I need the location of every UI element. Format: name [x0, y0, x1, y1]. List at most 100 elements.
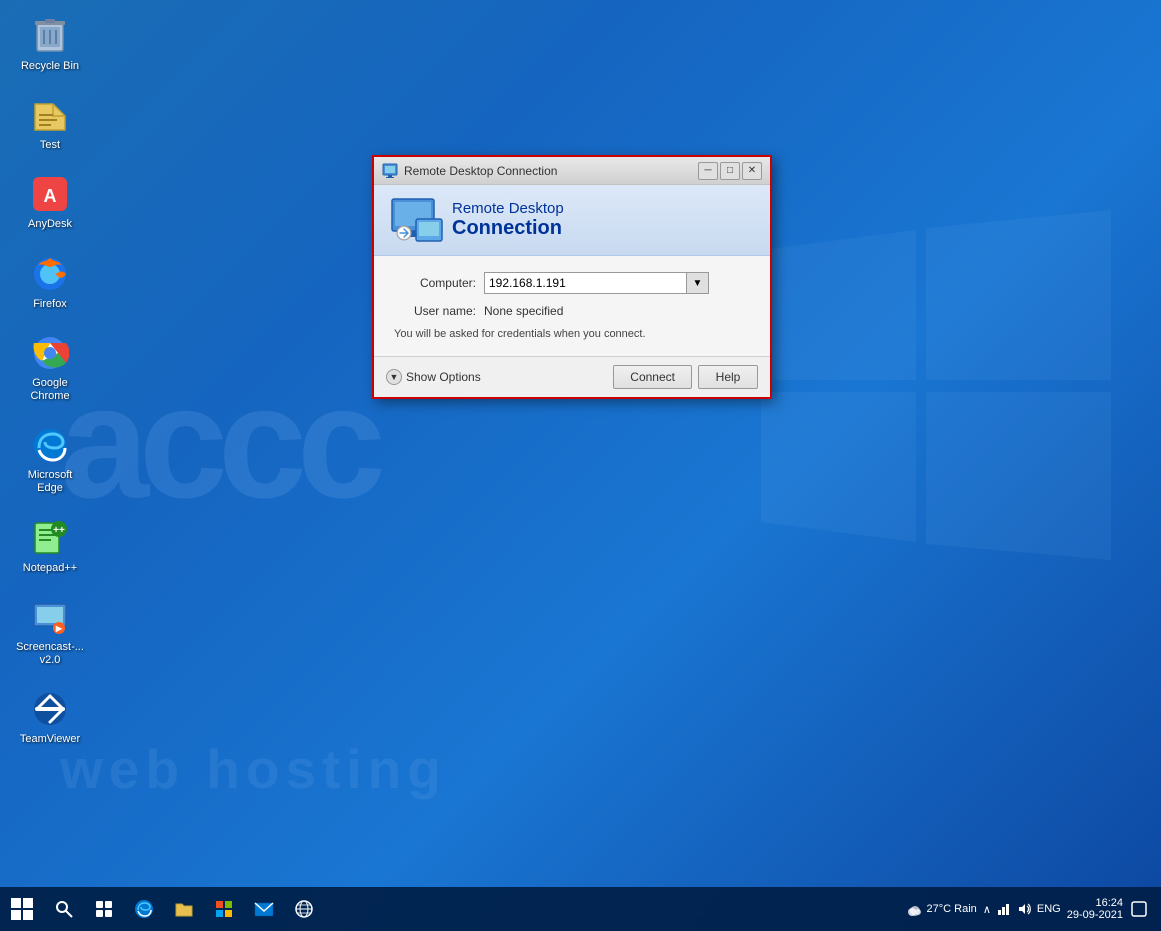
test-label: Test [40, 139, 60, 152]
svg-text:++: ++ [53, 525, 65, 536]
dialog-footer: ▼ Show Options Connect Help [374, 356, 770, 397]
google-chrome-icon[interactable]: Google Chrome [10, 327, 90, 409]
maximize-button[interactable]: □ [720, 162, 740, 180]
taskbar-store-icon [214, 899, 234, 919]
connect-button[interactable]: Connect [613, 365, 692, 389]
language-text: ENG [1037, 903, 1061, 915]
computer-dropdown[interactable]: ▼ [484, 272, 709, 294]
temperature-text: 27°C Rain [927, 903, 977, 915]
taskbar-store-button[interactable] [206, 891, 242, 927]
weather-icon [907, 901, 923, 917]
screencast-label: Screencast-... v2.0 [16, 641, 84, 667]
dialog-titlebar: Remote Desktop Connection ─ □ ✕ [374, 157, 770, 185]
anydesk-label: AnyDesk [28, 218, 72, 231]
google-chrome-image [30, 333, 70, 373]
microsoft-edge-image [30, 425, 70, 465]
time-text: 16:24 [1067, 897, 1123, 909]
taskbar-mail-icon [254, 899, 274, 919]
taskbar-network-icon [294, 899, 314, 919]
language-display[interactable]: ENG [1037, 903, 1061, 915]
notepadpp-icon[interactable]: ++ Notepad++ [10, 512, 90, 581]
username-label: User name: [394, 304, 484, 318]
firefox-icon[interactable]: Firefox [10, 248, 90, 317]
username-value: None specified [484, 304, 563, 318]
computer-dropdown-arrow[interactable]: ▼ [686, 273, 708, 293]
anydesk-image: A [30, 174, 70, 214]
taskbar-network-button[interactable] [286, 891, 322, 927]
accc-watermark: accc [60, 350, 376, 534]
task-view-icon [95, 900, 113, 918]
notepadpp-image: ++ [30, 518, 70, 558]
desktop-icons: Recycle Bin Test A AnyDesk [10, 10, 90, 752]
computer-input[interactable] [485, 276, 686, 290]
screencast-image: ▶ [30, 597, 70, 637]
dialog-title: Remote Desktop Connection [404, 164, 557, 178]
show-options-label: Show Options [406, 370, 481, 384]
taskbar-edge-icon [134, 899, 154, 919]
titlebar-rdp-icon [382, 163, 398, 179]
help-button[interactable]: Help [698, 365, 758, 389]
start-button[interactable] [4, 891, 40, 927]
test-icon[interactable]: Test [10, 89, 90, 158]
anydesk-icon[interactable]: A AnyDesk [10, 168, 90, 237]
titlebar-buttons: ─ □ ✕ [698, 162, 762, 180]
volume-tray[interactable] [1017, 902, 1031, 916]
dialog-header-text: Remote Desktop Connection [452, 200, 564, 240]
clock-display[interactable]: 16:24 29-09-2021 [1067, 897, 1123, 921]
search-icon [55, 900, 73, 918]
computer-label: Computer: [394, 276, 484, 290]
taskbar-explorer-button[interactable] [166, 891, 202, 927]
footer-buttons: Connect Help [613, 365, 758, 389]
task-view-button[interactable] [86, 891, 122, 927]
recycle-bin-label: Recycle Bin [21, 60, 79, 73]
network-tray-icon [997, 902, 1011, 916]
google-chrome-label: Google Chrome [16, 377, 84, 403]
weather-display[interactable]: 27°C Rain [907, 901, 977, 917]
taskbar-right: 27°C Rain ∧ ENG [907, 897, 1157, 921]
recycle-bin-icon[interactable]: Recycle Bin [10, 10, 90, 79]
windows-logo-watermark [761, 210, 1111, 565]
notepadpp-label: Notepad++ [23, 562, 77, 575]
network-tray[interactable] [997, 902, 1011, 916]
teamviewer-image [30, 689, 70, 729]
taskbar: 27°C Rain ∧ ENG [0, 887, 1161, 931]
notification-center-button[interactable] [1129, 899, 1149, 919]
dialog-header: Remote Desktop Connection [374, 185, 770, 256]
system-tray[interactable]: ∧ [983, 903, 991, 916]
taskbar-edge-button[interactable] [126, 891, 162, 927]
dialog-body: Computer: ▼ User name: None specified Yo… [374, 256, 770, 356]
windows-logo [11, 898, 33, 920]
rdp-header-icon [390, 197, 440, 243]
svg-text:A: A [44, 186, 57, 206]
close-button[interactable]: ✕ [742, 162, 762, 180]
firefox-image [30, 254, 70, 294]
microsoft-edge-icon[interactable]: Microsoft Edge [10, 419, 90, 501]
taskbar-explorer-icon [174, 899, 194, 919]
date-text: 29-09-2021 [1067, 909, 1123, 921]
recycle-bin-image [30, 16, 70, 56]
svg-text:▶: ▶ [55, 624, 63, 633]
rdp-dialog: Remote Desktop Connection ─ □ ✕ [372, 155, 772, 399]
username-row: User name: None specified [394, 304, 750, 318]
show-options-button[interactable]: ▼ Show Options [386, 369, 481, 385]
test-image [30, 95, 70, 135]
notification-icon [1131, 901, 1147, 917]
volume-tray-icon [1017, 902, 1031, 916]
teamviewer-label: TeamViewer [20, 733, 80, 746]
dialog-header-line1: Remote Desktop [452, 200, 564, 217]
show-options-icon: ▼ [386, 369, 402, 385]
screencast-icon[interactable]: ▶ Screencast-... v2.0 [10, 591, 90, 673]
taskbar-mail-button[interactable] [246, 891, 282, 927]
firefox-label: Firefox [33, 298, 67, 311]
tray-expand[interactable]: ∧ [983, 903, 991, 916]
minimize-button[interactable]: ─ [698, 162, 718, 180]
teamviewer-icon[interactable]: TeamViewer [10, 683, 90, 752]
credentials-note: You will be asked for credentials when y… [394, 328, 750, 340]
microsoft-edge-label: Microsoft Edge [16, 469, 84, 495]
computer-row: Computer: ▼ [394, 272, 750, 294]
titlebar-left: Remote Desktop Connection [382, 163, 557, 179]
desktop: accc web hosting Recyc [0, 0, 1161, 931]
dialog-header-line2: Connection [452, 217, 564, 240]
search-button[interactable] [46, 891, 82, 927]
webhosting-watermark: web hosting [60, 737, 447, 801]
